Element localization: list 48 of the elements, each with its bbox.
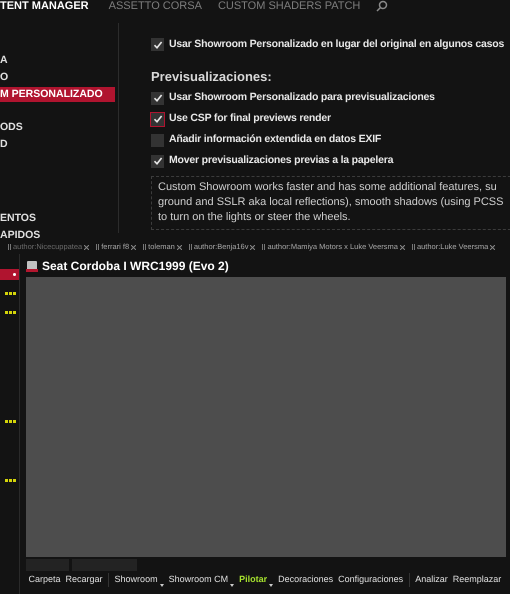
nav-tab[interactable]: ASSETTO CORSA: [108, 0, 202, 14]
close-icon[interactable]: [490, 244, 496, 250]
checkbox[interactable]: [151, 92, 164, 104]
sidebar-item[interactable]: M PERSONALIZADO: [0, 86, 115, 102]
option-label: Mover previsualizaciones previas a la papelera: [169, 153, 394, 168]
info-text: Custom Showroom works faster and has some additional features, su: [158, 180, 498, 194]
option-label: Usar Showroom Personalizado en lugar del original en algunos casos: [169, 36, 504, 52]
section-title: Previsualizaciones:: [151, 68, 273, 86]
toolbar-button[interactable]: Showroom CM: [166, 573, 237, 587]
close-icon[interactable]: [131, 244, 136, 250]
sidebar-item[interactable]: ODS: [0, 120, 115, 136]
toolbar-button[interactable]: Pilotar: [236, 573, 276, 587]
sidebar-item[interactable]: ENTOS: [0, 210, 115, 226]
toolbar-button[interactable]: Showroom: [112, 573, 166, 587]
toolbar-button[interactable]: Decoraciones: [276, 573, 336, 587]
close-icon[interactable]: [176, 244, 182, 250]
option-label: Use CSP for final previews render: [169, 111, 331, 126]
grip-icon: [143, 244, 146, 250]
toolbar-button[interactable]: Carpeta: [26, 573, 64, 587]
toolbar-button[interactable]: Configuraciones: [336, 573, 406, 587]
option-label: Usar Showroom Personalizado para previsualizaciones: [169, 90, 435, 106]
checkbox[interactable]: [151, 154, 164, 168]
grip-icon: [262, 244, 266, 250]
sidebar-item[interactable]: O: [0, 70, 115, 86]
grip-icon: [412, 244, 415, 250]
grip-icon: [96, 244, 100, 250]
sidebar-item[interactable]: A: [0, 53, 115, 69]
car-logo-icon: [26, 260, 38, 272]
car-title: Seat Cordoba I WRC1999 (Evo 2): [42, 258, 229, 275]
close-icon[interactable]: [400, 244, 405, 250]
sidebar-item[interactable]: D: [0, 137, 115, 153]
grip-icon: [8, 244, 11, 250]
info-text: to turn on the lights or steer the wheels.: [158, 210, 352, 224]
grip-icon: [188, 244, 192, 250]
car-list-item[interactable]: [0, 269, 19, 280]
nav-tab[interactable]: TENT MANAGER: [0, 0, 89, 14]
nav-tab[interactable]: CUSTOM SHADERS PATCH: [218, 0, 360, 14]
info-text: ground and SSLR aka local reflections), smooth shadows (using PCSS: [158, 194, 504, 210]
toolbar-button[interactable]: Reemplazar: [450, 573, 504, 587]
checkbox[interactable]: [151, 38, 164, 51]
search-icon[interactable]: [376, 0, 388, 12]
checkbox[interactable]: [151, 134, 164, 146]
close-icon[interactable]: [250, 244, 256, 250]
toolbar-button[interactable]: Recargar: [63, 573, 106, 587]
option-label: Añadir información extendida en datos EXIF: [169, 132, 382, 148]
toolbar-button[interactable]: Analizar: [412, 573, 450, 587]
close-icon[interactable]: [84, 244, 90, 250]
sidebar-item[interactable]: APIDOS: [0, 228, 115, 244]
